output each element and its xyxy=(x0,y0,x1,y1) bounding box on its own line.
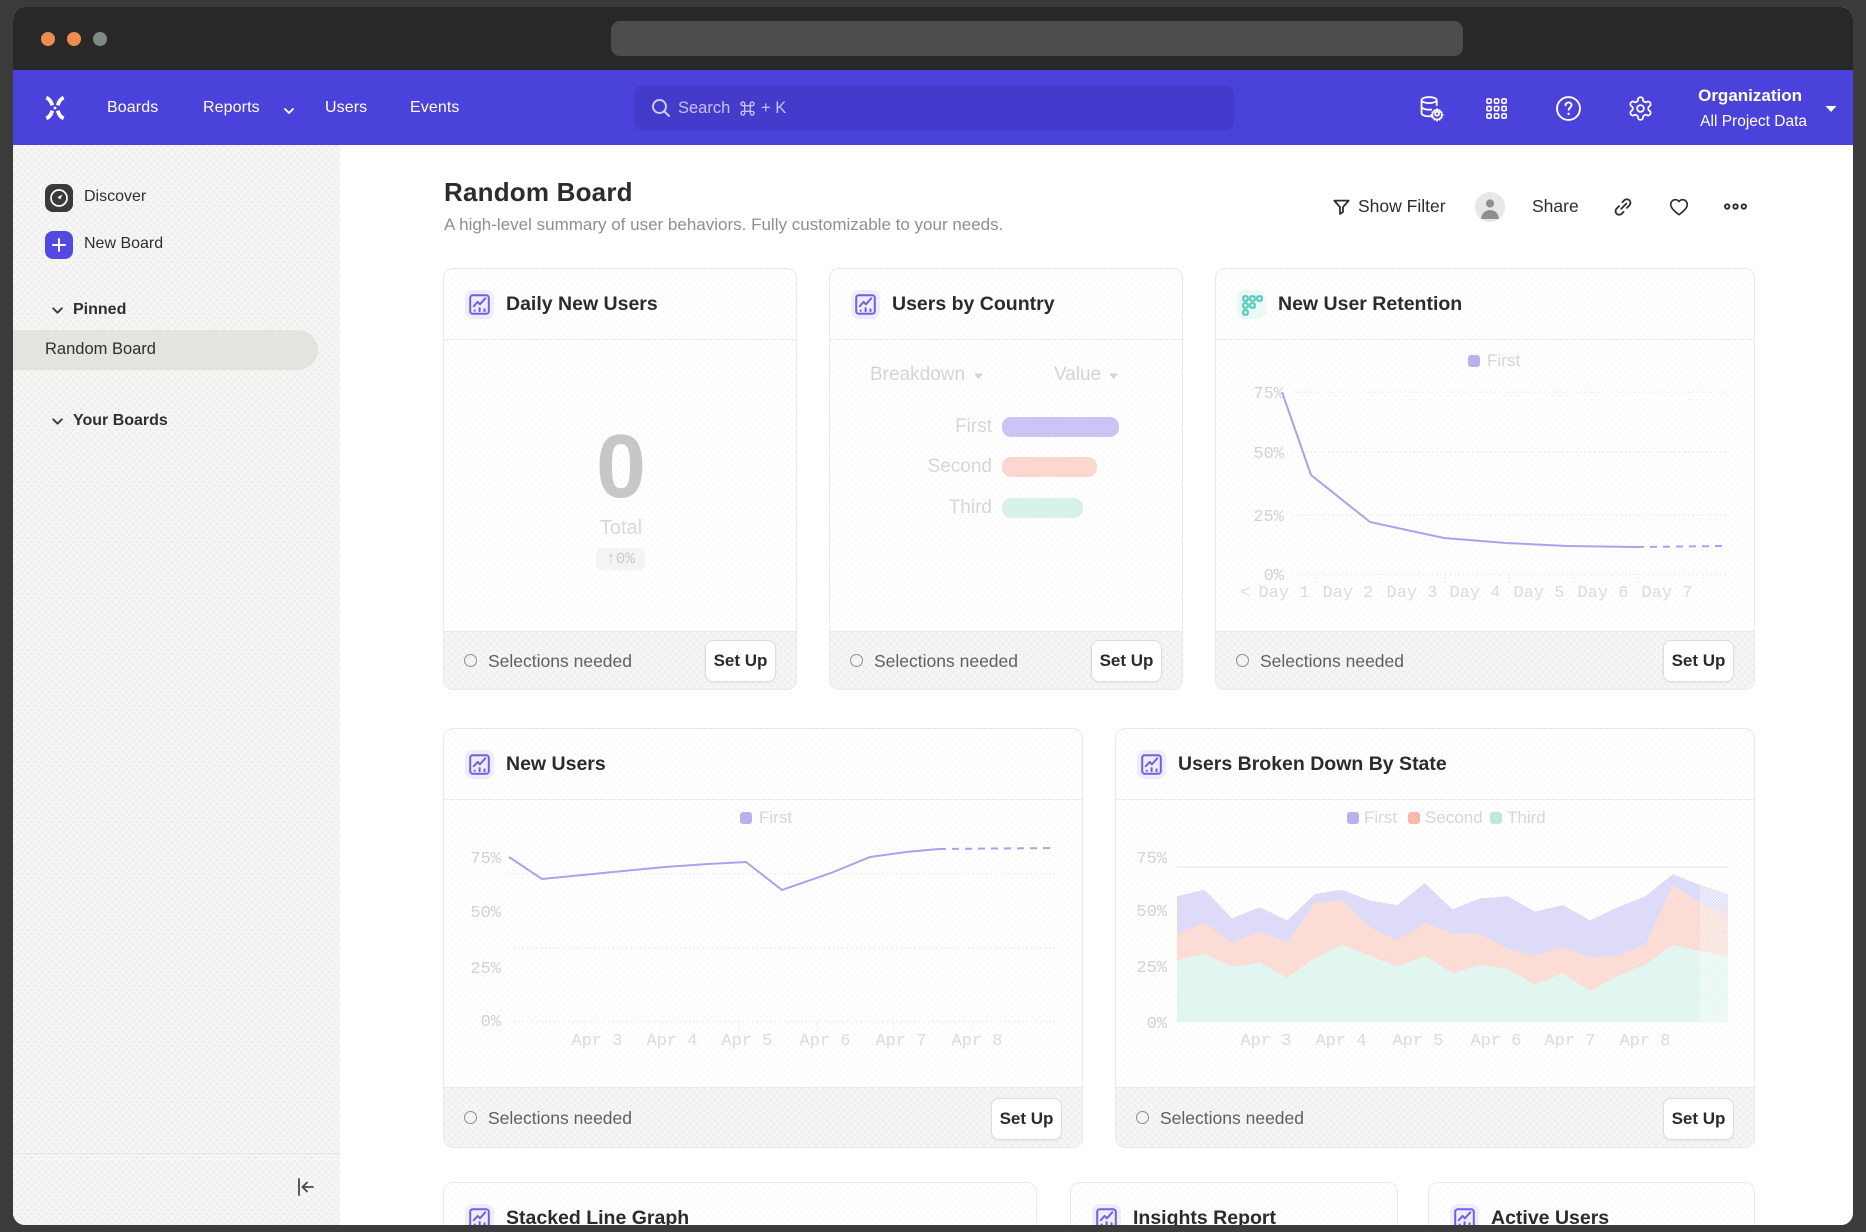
svg-text:Apr 6: Apr 6 xyxy=(799,1032,850,1051)
svg-text:Apr 8: Apr 8 xyxy=(951,1032,1002,1051)
svg-text:First: First xyxy=(1487,351,1520,370)
svg-text:Day 2: Day 2 xyxy=(1322,584,1373,603)
svg-text:Apr 3: Apr 3 xyxy=(1240,1032,1291,1051)
svg-text:25%: 25% xyxy=(1136,959,1167,978)
svg-text:Day 4: Day 4 xyxy=(1449,584,1500,603)
svg-text:Day 7: Day 7 xyxy=(1641,584,1692,603)
svg-text:Apr 8: Apr 8 xyxy=(1619,1032,1670,1051)
svg-text:Apr 7: Apr 7 xyxy=(1544,1032,1595,1051)
svg-text:0%: 0% xyxy=(1147,1015,1168,1034)
svg-text:First: First xyxy=(759,808,792,827)
svg-text:Apr 4: Apr 4 xyxy=(646,1032,697,1051)
svg-text:Apr 3: Apr 3 xyxy=(571,1032,622,1051)
svg-text:75%: 75% xyxy=(1136,850,1167,869)
svg-text:Third: Third xyxy=(1507,808,1546,827)
svg-text:Apr 7: Apr 7 xyxy=(875,1032,926,1051)
svg-text:Day 6: Day 6 xyxy=(1577,584,1628,603)
svg-text:<: < xyxy=(1240,584,1250,603)
svg-text:First: First xyxy=(1364,808,1397,827)
svg-text:Day 3: Day 3 xyxy=(1386,584,1437,603)
svg-text:75%: 75% xyxy=(470,850,501,869)
svg-text:75%: 75% xyxy=(1253,385,1284,404)
svg-text:0%: 0% xyxy=(481,1013,502,1032)
svg-text:Day 5: Day 5 xyxy=(1513,584,1564,603)
svg-text:50%: 50% xyxy=(1136,903,1167,922)
svg-text:25%: 25% xyxy=(470,960,501,979)
svg-text:50%: 50% xyxy=(1253,445,1284,464)
svg-text:Second: Second xyxy=(1425,808,1483,827)
svg-text:25%: 25% xyxy=(1253,508,1284,527)
svg-text:Apr 5: Apr 5 xyxy=(721,1032,772,1051)
svg-text:Apr 6: Apr 6 xyxy=(1470,1032,1521,1051)
svg-text:Day 1: Day 1 xyxy=(1258,584,1309,603)
svg-text:50%: 50% xyxy=(470,904,501,923)
svg-text:Apr 4: Apr 4 xyxy=(1315,1032,1366,1051)
svg-text:Apr 5: Apr 5 xyxy=(1392,1032,1443,1051)
